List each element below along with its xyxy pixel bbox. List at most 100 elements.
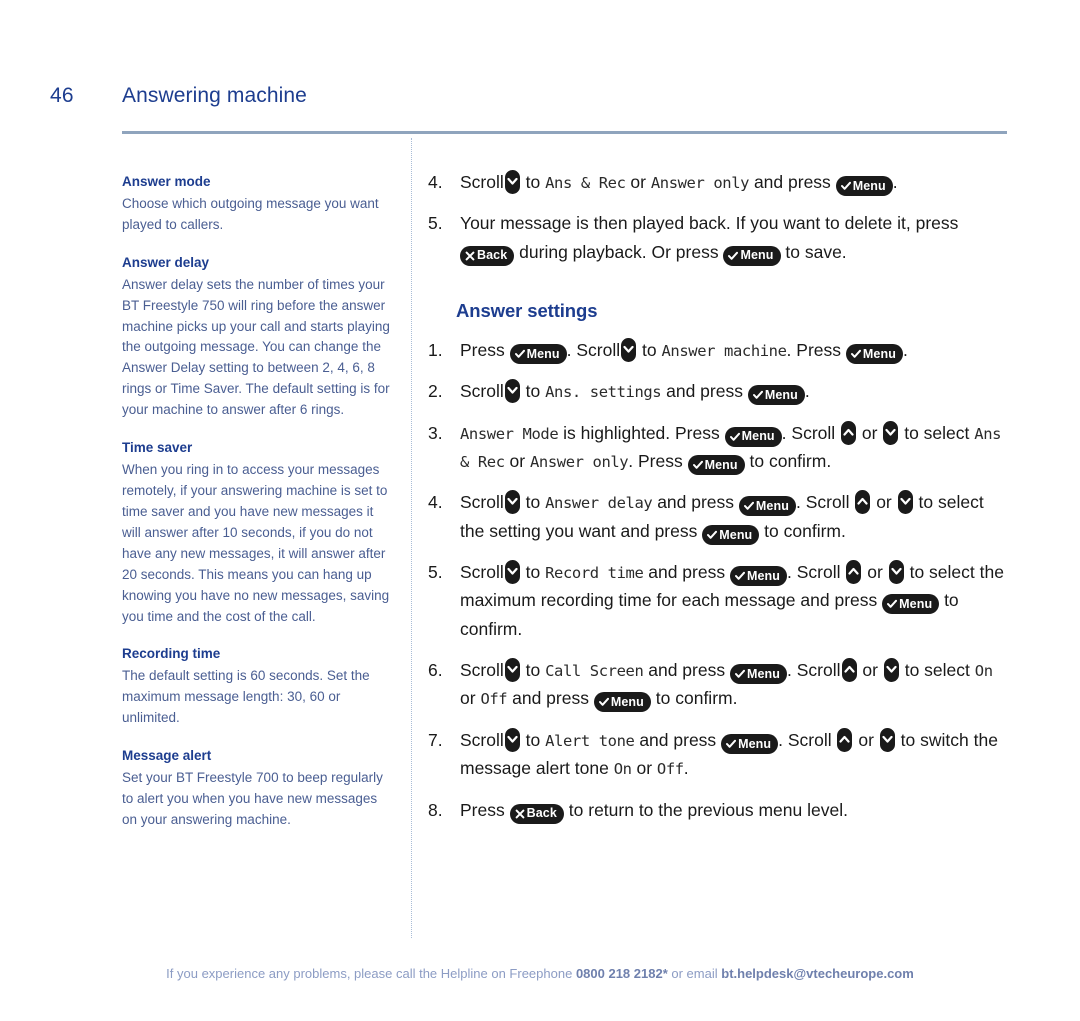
cross-icon bbox=[465, 251, 475, 261]
check-icon bbox=[728, 251, 739, 261]
back-key-label: Back bbox=[526, 806, 557, 821]
menu-key-button[interactable]: Menu bbox=[729, 664, 788, 685]
step-text: or bbox=[636, 758, 653, 779]
chevron-down-icon[interactable] bbox=[883, 420, 899, 445]
step-item: 4. Scroll to Answer delay and press Menu.… bbox=[428, 488, 1008, 545]
check-icon bbox=[729, 432, 740, 442]
step-text: . Press bbox=[786, 340, 842, 361]
sidebar-block-message-alert: Message alert Set your BT Freestyle 700 … bbox=[122, 746, 394, 831]
chevron-down-icon[interactable] bbox=[504, 727, 520, 752]
chevron-down-icon[interactable] bbox=[504, 170, 520, 194]
step-number: 3. bbox=[428, 422, 443, 443]
chevron-down-icon[interactable] bbox=[504, 490, 520, 515]
step-text: Scroll bbox=[460, 562, 504, 583]
step-text: . Scroll bbox=[795, 492, 850, 513]
step-text: . Press bbox=[628, 451, 683, 472]
menu-key-button[interactable]: Menu bbox=[835, 176, 893, 196]
step-text: . Scroll bbox=[787, 562, 841, 583]
lcd-label: Answer machine bbox=[661, 342, 787, 361]
menu-key-label: Menu bbox=[741, 429, 775, 444]
footer-text: If you experience any problems, please c… bbox=[166, 966, 573, 981]
lcd-label: Call Screen bbox=[545, 662, 644, 681]
step-text: to confirm. bbox=[749, 451, 832, 472]
lcd-label: Answer only bbox=[529, 453, 629, 472]
step-text: Scroll bbox=[460, 172, 504, 192]
menu-key-button[interactable]: Menu bbox=[882, 594, 940, 615]
lcd-label: Alert tone bbox=[545, 731, 635, 750]
sidebar-heading: Answer delay bbox=[122, 254, 210, 270]
column-divider bbox=[411, 138, 413, 938]
sidebar-block-recording-time: Recording time The default setting is 60… bbox=[122, 644, 394, 729]
chevron-up-icon[interactable] bbox=[846, 560, 862, 585]
sidebar-heading: Time saver bbox=[122, 440, 193, 456]
chevron-up-icon[interactable] bbox=[837, 727, 853, 752]
step-item: 1. Press Menu . Scroll to Answer machine. … bbox=[428, 336, 1008, 365]
menu-key-button[interactable]: Menu bbox=[845, 344, 903, 365]
chevron-down-icon[interactable] bbox=[883, 658, 899, 683]
step-text: Scroll bbox=[460, 729, 504, 750]
menu-key-button[interactable]: Menu bbox=[593, 692, 651, 713]
back-key-button[interactable]: Back bbox=[460, 245, 515, 266]
cross-icon bbox=[515, 809, 525, 819]
menu-key-label: Menu bbox=[610, 695, 644, 710]
lcd-label: Off bbox=[656, 760, 684, 779]
menu-key-button[interactable]: Menu bbox=[723, 245, 781, 266]
menu-key-label: Menu bbox=[719, 527, 753, 542]
step-text: to bbox=[525, 729, 541, 750]
step-text: during playback. Or press bbox=[519, 241, 719, 262]
footer-helpdesk-email: bt.helpdesk@vtecheurope.com bbox=[721, 966, 914, 981]
check-icon bbox=[707, 530, 718, 540]
header-divider-rule bbox=[122, 131, 1007, 134]
check-icon bbox=[726, 739, 737, 749]
menu-key-label: Menu bbox=[899, 597, 933, 612]
step-number: 5. bbox=[428, 213, 443, 234]
lcd-label: Ans. settings bbox=[545, 383, 662, 402]
chevron-up-icon[interactable] bbox=[841, 658, 857, 683]
step-text: is highlighted. Press bbox=[563, 422, 720, 443]
chevron-down-icon[interactable] bbox=[621, 338, 637, 363]
step-text: to save. bbox=[785, 241, 847, 262]
step-text: or bbox=[858, 729, 874, 750]
step-text: to select bbox=[904, 660, 970, 681]
step-item: 7. Scroll to Alert tone and press Menu . S… bbox=[428, 726, 1008, 783]
step-text: and press bbox=[648, 660, 726, 681]
menu-key-label: Menu bbox=[764, 388, 798, 403]
step-number: 5. bbox=[428, 562, 443, 583]
menu-key-button[interactable]: Menu bbox=[729, 566, 788, 587]
step-text: or bbox=[867, 562, 883, 583]
chevron-down-icon[interactable] bbox=[897, 490, 913, 515]
step-text: . Scroll bbox=[781, 422, 836, 443]
menu-key-button[interactable]: Menu bbox=[687, 455, 745, 476]
sidebar-block-time-saver: Time saver When you ring in to access yo… bbox=[122, 438, 394, 627]
step-text: to bbox=[525, 660, 541, 681]
check-icon bbox=[734, 669, 745, 679]
menu-key-button[interactable]: Menu bbox=[724, 426, 782, 447]
sidebar-body: Answer delay sets the number of times yo… bbox=[122, 276, 390, 418]
step-text: to bbox=[525, 492, 541, 513]
chevron-up-icon[interactable] bbox=[841, 420, 857, 445]
sidebar-block-answer-mode: Answer mode Choose which outgoing messag… bbox=[122, 172, 394, 236]
step-item: 4. Scroll to Ans & Rec or Answer only and… bbox=[428, 168, 1008, 196]
check-icon bbox=[752, 390, 763, 400]
check-icon bbox=[887, 599, 898, 609]
step-number: 8. bbox=[428, 799, 443, 820]
chevron-down-icon[interactable] bbox=[504, 560, 520, 585]
step-text: and press bbox=[648, 562, 726, 583]
menu-key-button[interactable]: Menu bbox=[738, 496, 796, 517]
step-text: or bbox=[630, 172, 646, 192]
step-text: to confirm. bbox=[764, 520, 846, 541]
chevron-down-icon[interactable] bbox=[504, 379, 520, 404]
check-icon bbox=[598, 697, 609, 707]
menu-key-button[interactable]: Menu bbox=[721, 733, 779, 754]
menu-key-button[interactable]: Menu bbox=[702, 524, 760, 545]
menu-key-button[interactable]: Menu bbox=[509, 344, 567, 365]
chevron-down-icon[interactable] bbox=[879, 727, 895, 752]
chevron-down-icon[interactable] bbox=[888, 560, 904, 585]
sidebar-heading: Message alert bbox=[122, 748, 212, 764]
back-key-button[interactable]: Back bbox=[509, 803, 564, 824]
check-icon bbox=[850, 349, 861, 359]
chevron-down-icon[interactable] bbox=[504, 658, 520, 683]
chevron-up-icon[interactable] bbox=[855, 490, 871, 515]
sidebar-body: Set your BT Freestyle 700 to beep regula… bbox=[122, 770, 383, 827]
menu-key-button[interactable]: Menu bbox=[747, 385, 805, 406]
